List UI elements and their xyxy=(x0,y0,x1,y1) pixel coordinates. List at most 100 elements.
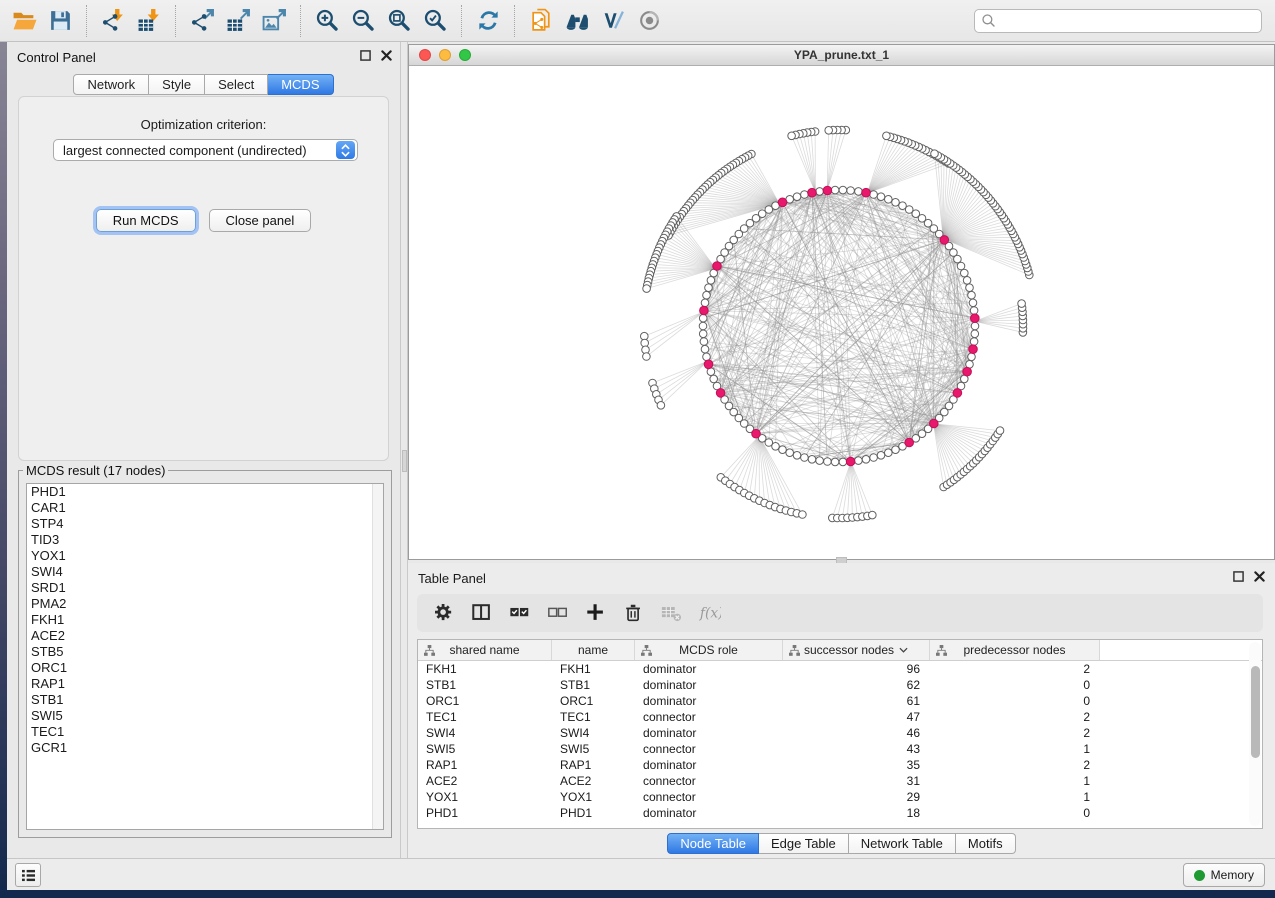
table-row[interactable]: SWI5SWI5connector431 xyxy=(418,741,1248,757)
zoom-fit-button[interactable] xyxy=(381,4,417,38)
column-header-predecessor-nodes[interactable]: predecessor nodes xyxy=(930,640,1100,660)
result-node[interactable]: TID3 xyxy=(27,532,383,548)
result-node[interactable]: ORC1 xyxy=(27,660,383,676)
close-panel-button[interactable]: Close panel xyxy=(209,209,312,232)
tab-mcds[interactable]: MCDS xyxy=(268,74,333,95)
share-document-icon xyxy=(529,8,554,33)
result-node[interactable]: PMA2 xyxy=(27,596,383,612)
save-button[interactable] xyxy=(42,4,78,38)
cell-MCDS-role: connector xyxy=(635,774,783,788)
memory-button[interactable]: Memory xyxy=(1183,863,1265,887)
table-row[interactable]: ACE2ACE2connector311 xyxy=(418,773,1248,789)
show-graphics-button[interactable] xyxy=(631,4,667,38)
column-header-shared-name[interactable]: shared name xyxy=(418,640,552,660)
open-folder-button[interactable] xyxy=(6,4,42,38)
share-document-button[interactable] xyxy=(523,4,559,38)
result-node[interactable]: ACE2 xyxy=(27,628,383,644)
tab-style[interactable]: Style xyxy=(149,74,205,95)
toolbar-separator xyxy=(175,5,176,37)
network-window-titlebar[interactable]: YPA_prune.txt_1 xyxy=(409,45,1274,66)
cell-successor-nodes: 43 xyxy=(783,742,930,756)
network-graph[interactable] xyxy=(409,66,1274,559)
export-table-button[interactable] xyxy=(220,4,256,38)
tab-edge-table[interactable]: Edge Table xyxy=(759,833,849,854)
table-row[interactable]: YOX1YOX1connector291 xyxy=(418,789,1248,805)
run-mcds-button[interactable]: Run MCDS xyxy=(96,209,196,232)
result-node[interactable]: SWI4 xyxy=(27,564,383,580)
result-scrollbar[interactable] xyxy=(372,484,383,829)
result-node[interactable]: PHD1 xyxy=(27,484,383,500)
column-header-name[interactable]: name xyxy=(552,640,635,660)
table-row[interactable]: FKH1FKH1dominator962 xyxy=(418,661,1248,677)
vertical-splitter[interactable] xyxy=(400,42,408,858)
table-row[interactable]: RAP1RAP1dominator352 xyxy=(418,757,1248,773)
float-panel-icon[interactable] xyxy=(360,50,371,61)
result-node[interactable]: YOX1 xyxy=(27,548,383,564)
add-column-button[interactable] xyxy=(579,598,613,628)
result-node[interactable]: SWI5 xyxy=(27,708,383,724)
tab-select[interactable]: Select xyxy=(205,74,268,95)
toolbar-separator xyxy=(461,5,462,37)
result-node[interactable]: FKH1 xyxy=(27,612,383,628)
delete-column-button[interactable] xyxy=(617,598,651,628)
table-row[interactable]: ORC1ORC1dominator610 xyxy=(418,693,1248,709)
table-row[interactable]: PHD1PHD1dominator180 xyxy=(418,805,1248,821)
refresh-button[interactable] xyxy=(470,4,506,38)
column-header-MCDS-role[interactable]: MCDS role xyxy=(635,640,783,660)
tab-network-table[interactable]: Network Table xyxy=(849,833,956,854)
status-menu-button[interactable] xyxy=(15,863,41,887)
result-node[interactable]: STP4 xyxy=(27,516,383,532)
cell-MCDS-role: connector xyxy=(635,790,783,804)
optimization-select[interactable]: largest connected component (undirected) xyxy=(53,139,358,161)
cell-successor-nodes: 31 xyxy=(783,774,930,788)
cell-name: PHD1 xyxy=(552,806,635,820)
cell-shared-name: ACE2 xyxy=(418,774,552,788)
zoom-selected-button[interactable] xyxy=(417,4,453,38)
function-button[interactable]: f(x) xyxy=(693,598,727,628)
split-view-button[interactable] xyxy=(465,598,499,628)
export-network-button[interactable] xyxy=(184,4,220,38)
table-row[interactable]: SWI4SWI4dominator462 xyxy=(418,725,1248,741)
export-image-button[interactable] xyxy=(256,4,292,38)
result-node[interactable]: CAR1 xyxy=(27,500,383,516)
select-all-button[interactable] xyxy=(503,598,537,628)
result-node[interactable]: STB5 xyxy=(27,644,383,660)
close-table-panel-icon[interactable] xyxy=(1254,571,1265,582)
cell-MCDS-role: dominator xyxy=(635,806,783,820)
result-node[interactable]: GCR1 xyxy=(27,740,383,756)
tab-motifs[interactable]: Motifs xyxy=(956,833,1016,854)
toolbar-separator xyxy=(86,5,87,37)
tab-node-table[interactable]: Node Table xyxy=(667,833,759,854)
table-row[interactable]: TEC1TEC1connector472 xyxy=(418,709,1248,725)
network-view[interactable] xyxy=(409,66,1274,559)
search-network-button[interactable] xyxy=(559,4,595,38)
table-scrollbar-thumb[interactable] xyxy=(1251,666,1260,758)
hierarchy-icon xyxy=(424,645,435,656)
import-table-button[interactable] xyxy=(131,4,167,38)
zoom-fit-icon xyxy=(387,8,412,33)
result-node[interactable]: RAP1 xyxy=(27,676,383,692)
delete-table-button[interactable] xyxy=(655,598,689,628)
toggle-details-icon xyxy=(601,8,626,33)
result-node[interactable]: STB1 xyxy=(27,692,383,708)
table-scrollbar[interactable] xyxy=(1249,642,1261,826)
tab-network[interactable]: Network xyxy=(73,74,149,95)
memory-status-icon xyxy=(1194,870,1205,881)
cell-shared-name: TEC1 xyxy=(418,710,552,724)
close-panel-icon[interactable] xyxy=(381,50,392,61)
settings-button[interactable] xyxy=(427,598,461,628)
result-node[interactable]: TEC1 xyxy=(27,724,383,740)
float-table-panel-icon[interactable] xyxy=(1233,571,1244,582)
result-node[interactable]: SRD1 xyxy=(27,580,383,596)
import-table-icon xyxy=(137,8,162,33)
hierarchy-icon xyxy=(641,645,652,656)
toggle-details-button[interactable] xyxy=(595,4,631,38)
table-row[interactable]: STB1STB1dominator620 xyxy=(418,677,1248,693)
zoom-out-button[interactable] xyxy=(345,4,381,38)
import-network-button[interactable] xyxy=(95,4,131,38)
column-header-successor-nodes[interactable]: successor nodes xyxy=(783,640,930,660)
deselect-all-button[interactable] xyxy=(541,598,575,628)
mcds-result-items: PHD1CAR1STP4TID3YOX1SWI4SRD1PMA2FKH1ACE2… xyxy=(27,484,383,756)
zoom-in-button[interactable] xyxy=(309,4,345,38)
search-input[interactable] xyxy=(997,11,1261,31)
